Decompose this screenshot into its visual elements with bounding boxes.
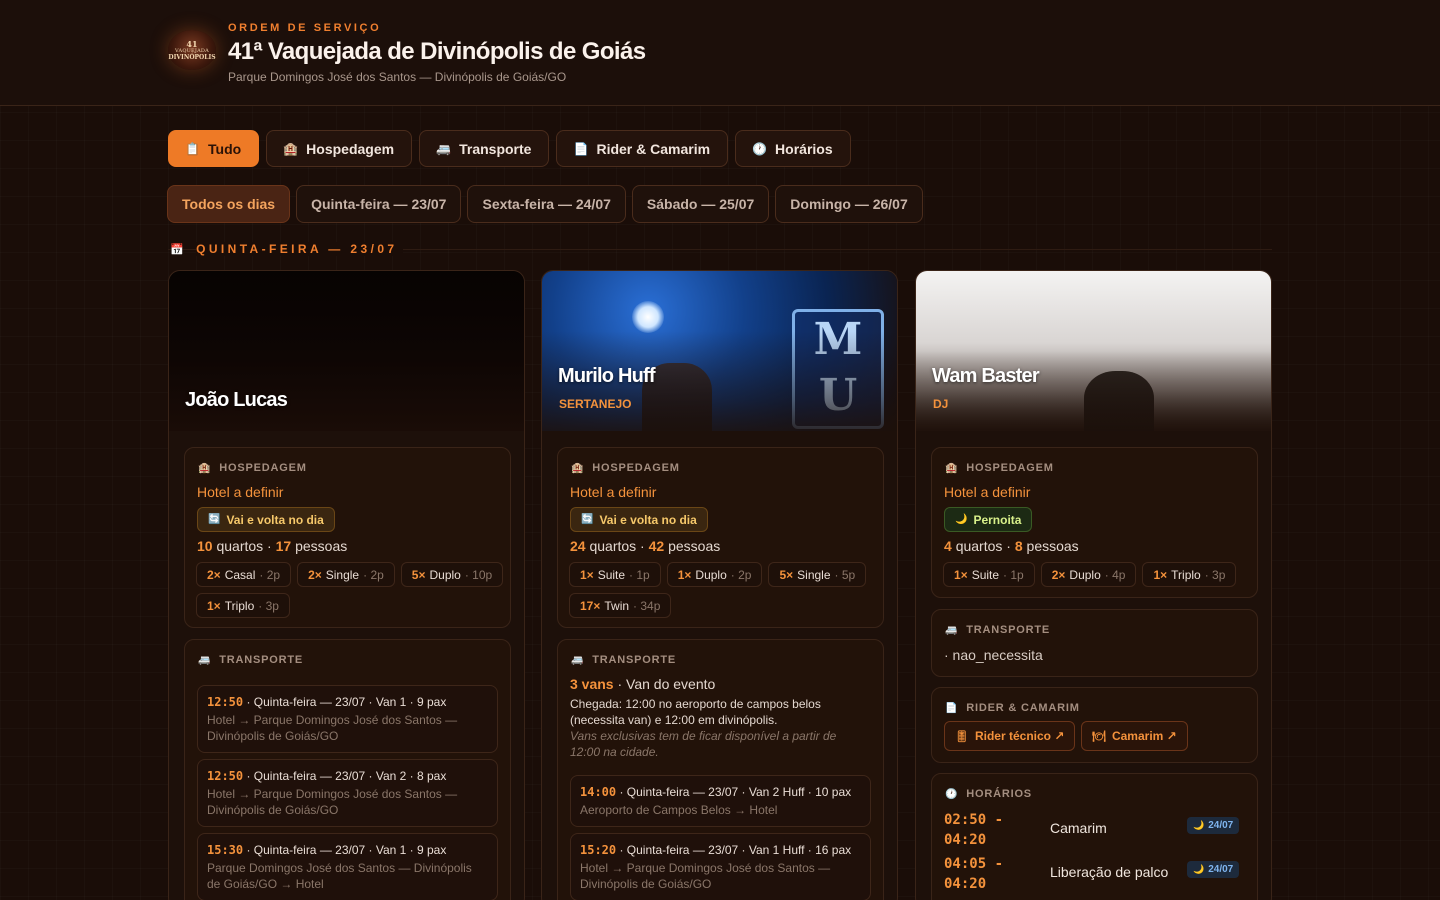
- artist-card: MU Murilo Huff SERTANEJO 🏨HOSPEDAGEM Hot…: [541, 270, 898, 900]
- artist-genre: SERTANEJO: [559, 397, 632, 411]
- transporte-panel: 🚐 TRANSPORTE 3 vans · Van do evento Chega…: [557, 639, 884, 900]
- schedule-row: 02:50 - 04:20 Camarim 🌙 24/07: [944, 810, 1244, 854]
- rider-panel: 📄 RIDER & CAMARIM 🎚 Rider técnico ↗ 🍽 Camar…: [931, 687, 1258, 763]
- artist-name: Wam Baster: [932, 365, 1040, 387]
- room-chip: 5× Single · 5p: [768, 562, 867, 587]
- artist-genre: DJ: [933, 397, 949, 411]
- van-icon: 🚐: [436, 141, 452, 156]
- camarim-icon: 🍽: [1092, 730, 1106, 743]
- transporte-panel: 🚐 TRANSPORTE 12:50 · Quinta-feira — 23/07…: [184, 639, 511, 900]
- hotel-icon: 🏨: [198, 462, 212, 474]
- van-icon: 🚐: [198, 654, 212, 666]
- tab-tudo[interactable]: 📋 Tudo: [168, 130, 260, 167]
- transport-summary: 3 vans · Van do evento: [570, 676, 716, 692]
- hotel-icon: 🏨: [571, 462, 585, 474]
- room-types: 1× Suite · 1p 2× Duplo · 4p 1× Triplo · 3p: [943, 562, 1253, 587]
- room-chip: 2× Duplo · 4p: [1040, 562, 1137, 587]
- artist-card: Wam Baster DJ 🏨 HOSPEDAGEM Hotel a defini…: [915, 270, 1272, 900]
- trip-item[interactable]: 12:50 · Quinta-feira — 23/07 · Van 2 · 8…: [197, 759, 498, 827]
- room-chip: 2× Single · 2p: [297, 562, 395, 587]
- return-icon: 🔄: [581, 514, 594, 525]
- trip-item[interactable]: 12:50 · Quinta-feira — 23/07 · Van 1 · 9…: [197, 685, 498, 753]
- room-summary: 10 quartos · 17 pessoas: [197, 538, 348, 554]
- hotel-name: Hotel a definir: [944, 484, 1031, 500]
- hospedagem-panel: 🏨 HOSPEDAGEM Hotel a definir 🔄 Vai e volta…: [184, 447, 511, 628]
- trip-item[interactable]: 15:20 · Quinta-feira — 23/07 · Van 1 Huf…: [570, 833, 871, 900]
- moon-icon: 🌙: [1193, 864, 1205, 874]
- van-icon: 🚐: [945, 624, 959, 636]
- transport-status: · nao_necessita: [944, 647, 1043, 663]
- transport-note: Vans exclusivas tem de ficar disponível …: [570, 729, 837, 759]
- tab-hospedagem[interactable]: 🏨 Hospedagem: [266, 130, 413, 167]
- document-icon: 📄: [573, 141, 589, 156]
- room-chip: 17× Twin · 34p: [569, 593, 672, 618]
- room-chip: 2× Casal · 2p: [196, 562, 292, 587]
- calendar-icon: 📅: [170, 243, 188, 256]
- stage-light: [632, 301, 664, 333]
- room-chip: 1× Triplo · 3p: [1142, 562, 1237, 587]
- trip-item[interactable]: 15:30 · Quinta-feira — 23/07 · Van 1 · 9…: [197, 833, 498, 900]
- arrival-info: Chegada: 12:00 no aeroporto de campos be…: [570, 697, 821, 727]
- section-heading: 📅 QUINTA-FEIRA — 23/07: [170, 242, 404, 256]
- horarios-panel: 🕐 HORÁRIOS 02:50 - 04:20 Camarim 🌙 24/07 0…: [931, 773, 1258, 900]
- day-filter-sabado[interactable]: Sábado — 25/07: [631, 185, 770, 223]
- return-icon: 🔄: [208, 514, 221, 525]
- day-filter-domingo[interactable]: Domingo — 26/07: [775, 185, 923, 223]
- page-title: 41ª Vaquejada de Divinópolis de Goiás: [228, 38, 646, 65]
- document-icon: 📄: [945, 702, 959, 714]
- artist-hero: MU Murilo Huff SERTANEJO: [542, 271, 897, 431]
- room-types: 1× Suite · 1p 1× Duplo · 2p 5× Single · 5p 17×…: [569, 562, 879, 618]
- clipboard-icon: 📋: [185, 141, 200, 156]
- artist-card: João Lucas 🏨 HOSPEDAGEM Hotel a definir 🔄…: [168, 270, 525, 900]
- date-badge: 🌙 24/07: [1187, 861, 1240, 878]
- day-filter-quinta[interactable]: Quinta-feira — 23/07: [296, 185, 462, 223]
- day-filter-sexta[interactable]: Sexta-feira — 24/07: [467, 185, 626, 223]
- hotel-name: Hotel a definir: [197, 484, 284, 500]
- tab-transporte[interactable]: 🚐 Transporte: [419, 130, 550, 167]
- trip-item[interactable]: 14:00 · Quinta-feira — 23/07 · Van 2 Huf…: [570, 775, 871, 827]
- hotel-name: Hotel a definir: [570, 484, 657, 500]
- room-chip: 1× Triplo · 3p: [196, 593, 290, 618]
- schedule-row: 04:05 - 04:20 Liberação de palco 🌙 24/07: [944, 854, 1244, 898]
- clock-icon: 🕐: [752, 141, 767, 156]
- stay-badge: 🔄 Vai e volta no dia: [197, 507, 335, 532]
- rider-tecnico-link[interactable]: 🎚 Rider técnico ↗: [944, 721, 1076, 751]
- page-header: 41 VAQUEJADA DIVINÓPOLIS ORDEM DE SERVIÇ…: [0, 0, 1440, 106]
- hotel-icon: 🏨: [283, 141, 299, 156]
- room-chip: 1× Duplo · 2p: [666, 562, 763, 587]
- category-tabs: 📋 Tudo 🏨 Hospedagem 🚐 Transporte 📄 Rider…: [168, 130, 851, 167]
- room-types: 2× Casal · 2p 2× Single · 2p 5× Duplo · 10p 1×…: [196, 562, 506, 618]
- hospedagem-panel: 🏨 HOSPEDAGEM Hotel a definir 🔄 Vai e volta…: [557, 447, 884, 628]
- artist-hero: João Lucas: [169, 271, 524, 431]
- artist-hero: Wam Baster DJ: [916, 271, 1271, 431]
- room-chip: 1× Suite · 1p: [943, 562, 1035, 587]
- artist-name: João Lucas: [185, 389, 288, 411]
- camarim-link[interactable]: 🍽 Camarim ↗: [1081, 721, 1188, 751]
- transporte-panel: 🚐 TRANSPORTE · nao_necessita: [931, 609, 1258, 677]
- page-eyebrow: ORDEM DE SERVIÇO: [228, 22, 382, 34]
- room-summary: 4 quartos · 8 pessoas: [944, 538, 1079, 554]
- moon-icon: 🌙: [1193, 820, 1205, 830]
- room-chip: 1× Suite · 1p: [569, 562, 661, 587]
- stay-badge: 🔄 Vai e volta no dia: [570, 507, 708, 532]
- day-filter-todos[interactable]: Todos os dias: [167, 185, 291, 223]
- date-badge: 🌙 24/07: [1187, 817, 1240, 834]
- hotel-icon: 🏨: [945, 462, 959, 474]
- page-subtitle: Parque Domingos José dos Santos — Divinó…: [228, 70, 567, 84]
- artist-name: Murilo Huff: [558, 365, 656, 387]
- hospedagem-panel: 🏨 HOSPEDAGEM Hotel a definir 🌙 Pernoita 4 …: [931, 447, 1258, 598]
- room-chip: 5× Duplo · 10p: [400, 562, 504, 587]
- tab-rider-camarim[interactable]: 📄 Rider & Camarim: [556, 130, 729, 167]
- van-icon: 🚐: [571, 654, 585, 666]
- clock-icon: 🕐: [945, 788, 959, 800]
- stay-badge: 🌙 Pernoita: [944, 507, 1033, 532]
- tab-horarios[interactable]: 🕐 Horários: [735, 130, 851, 167]
- day-filters: Todos os dias Quinta-feira — 23/07 Sexta…: [167, 185, 923, 223]
- event-logo: 41 VAQUEJADA DIVINÓPOLIS: [168, 30, 216, 70]
- moon-icon: 🌙: [955, 514, 968, 525]
- rider-icon: 🎚: [955, 730, 969, 743]
- room-summary: 24 quartos · 42 pessoas: [570, 538, 721, 554]
